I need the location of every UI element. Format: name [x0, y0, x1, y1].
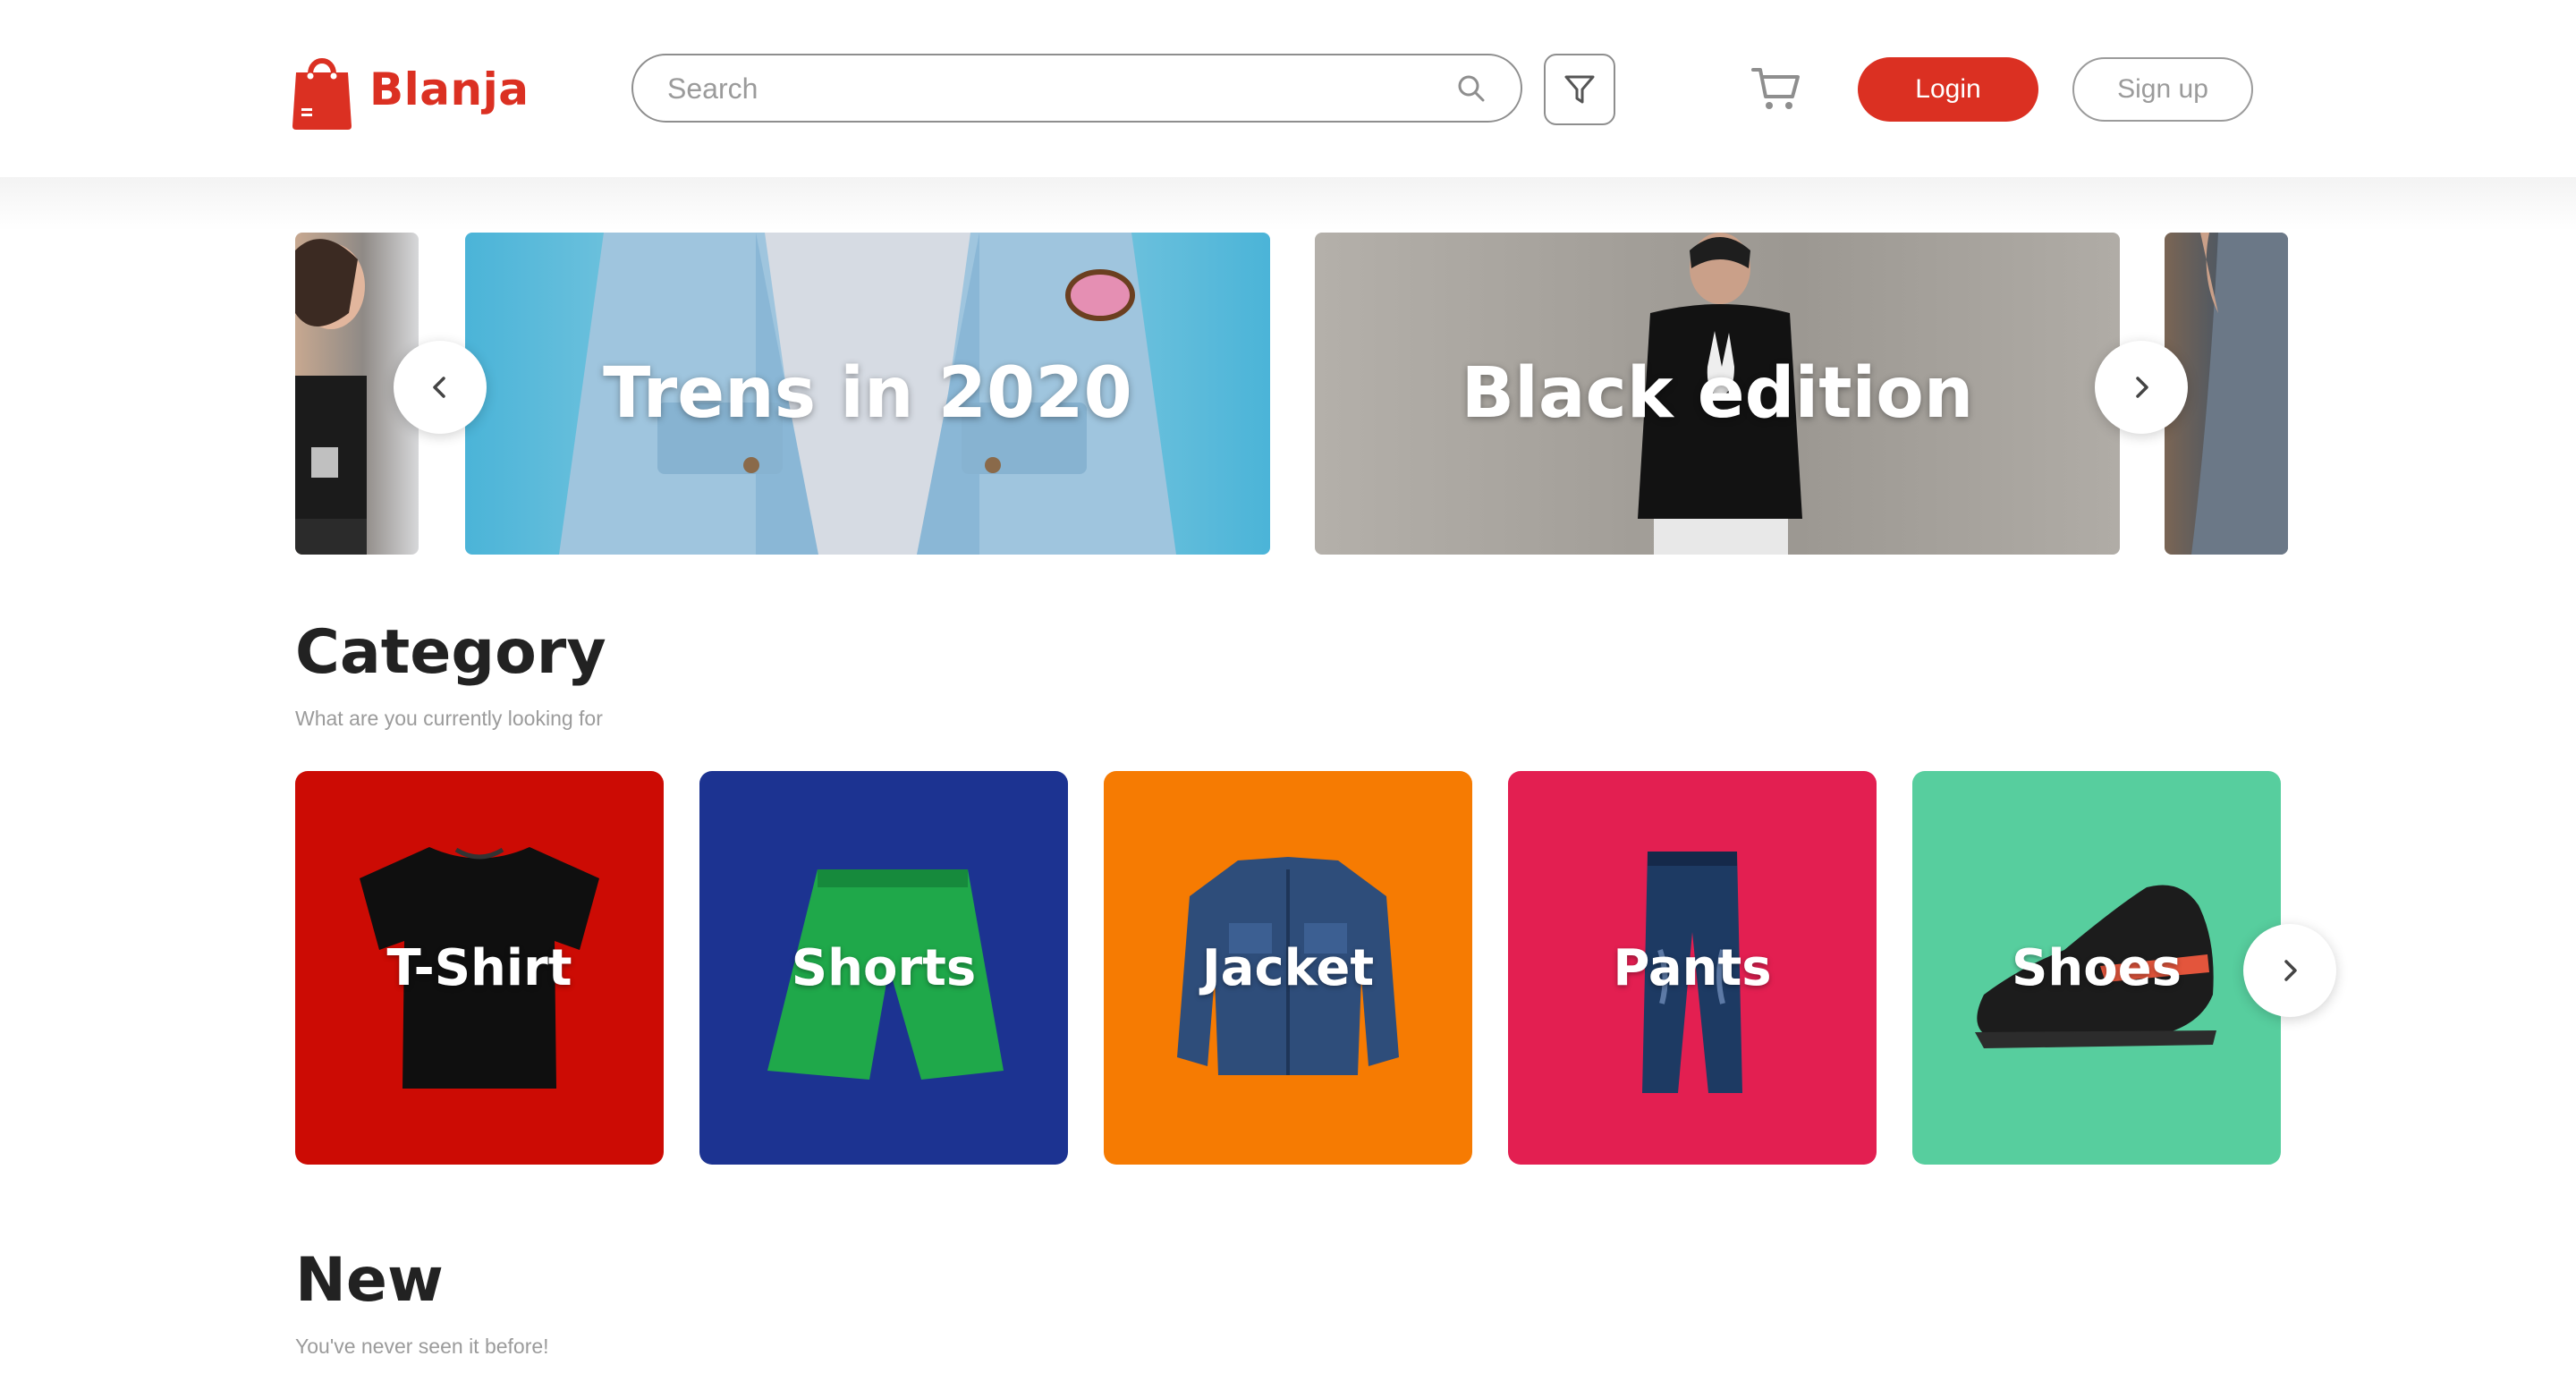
category-card-shoes[interactable]: Shoes [1912, 771, 2281, 1165]
banner-prev-button[interactable] [394, 341, 487, 434]
chevron-left-icon [433, 377, 445, 398]
category-label: Jacket [1201, 938, 1375, 997]
top-navbar: Blanja Login Sign up [0, 0, 2576, 177]
search-icon[interactable] [1456, 73, 1487, 104]
category-next-button[interactable] [2243, 924, 2336, 1017]
banner-trends[interactable]: Trens in 2020 [465, 233, 1270, 555]
banner-black-edition[interactable]: Black edition [1315, 233, 2120, 555]
category-card-pants[interactable]: Pants [1508, 771, 1877, 1165]
banner-next-button[interactable] [2095, 341, 2188, 434]
category-label: Shoes [2012, 938, 2182, 997]
category-title: Category [295, 617, 606, 688]
category-label: T-Shirt [386, 938, 572, 997]
category-subtitle: What are you currently looking for [295, 707, 603, 730]
brand-name: Blanja [369, 64, 530, 115]
brand-logo[interactable]: Blanja [292, 49, 529, 130]
banner-title: Trens in 2020 [603, 353, 1132, 434]
header-divider [0, 177, 2576, 231]
new-subtitle: You've never seen it before! [295, 1335, 549, 1358]
new-title: New [295, 1245, 444, 1316]
login-button[interactable]: Login [1858, 57, 2038, 122]
cart-icon[interactable] [1751, 64, 1801, 114]
chevron-right-icon [2136, 377, 2148, 398]
filter-icon [1564, 75, 1595, 104]
search-input[interactable] [665, 55, 1420, 123]
category-card-jacket[interactable]: Jacket [1104, 771, 1472, 1165]
category-label: Shorts [791, 938, 977, 997]
search-bar[interactable] [631, 54, 1522, 123]
category-label: Pants [1613, 938, 1772, 997]
shopping-bag-icon [292, 58, 352, 130]
chevron-right-icon [2284, 960, 2297, 981]
signup-button[interactable]: Sign up [2072, 57, 2253, 122]
banner-title: Black edition [1461, 353, 1974, 434]
filter-button[interactable] [1544, 54, 1615, 125]
category-card-tshirt[interactable]: T-Shirt [295, 771, 664, 1165]
category-card-shorts[interactable]: Shorts [699, 771, 1068, 1165]
